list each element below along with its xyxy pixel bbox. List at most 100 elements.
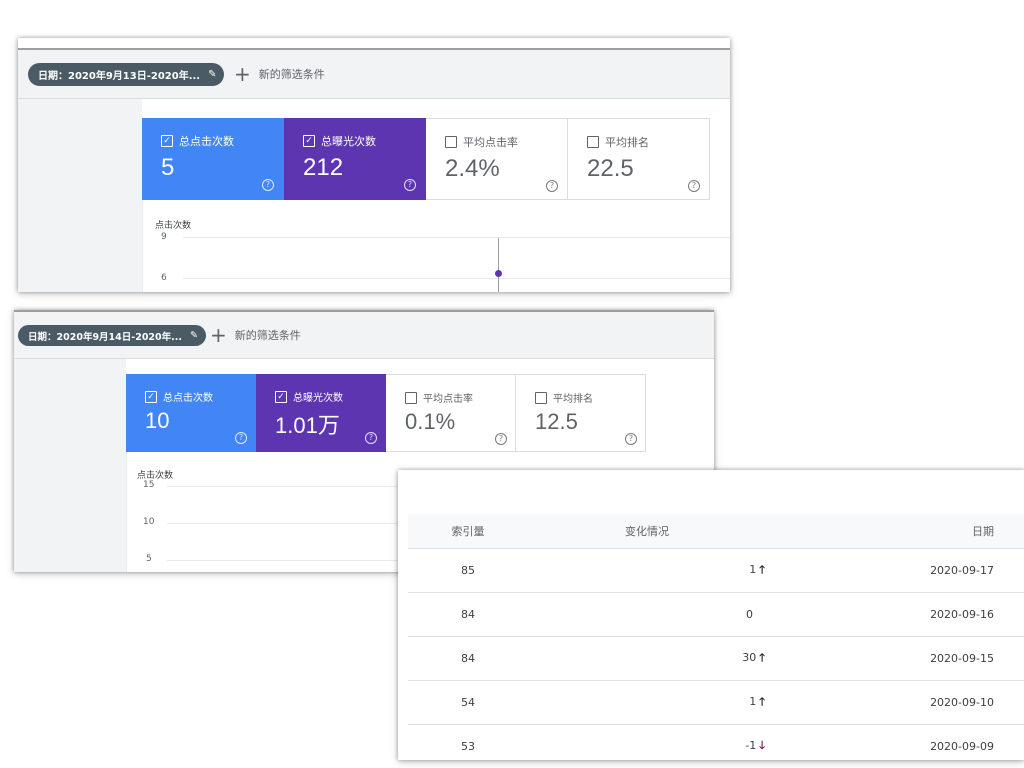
table-header-row: 索引量 变化情况 日期 [408, 514, 1024, 549]
filter-bar: 日期：2020年9月13日-2020年... ✎ + 新的筛选条件 [18, 50, 730, 99]
metric-value: 2.4% [445, 155, 500, 182]
checkbox-icon[interactable] [587, 136, 599, 148]
metric-label: 总曝光次数 [293, 393, 343, 404]
change-cell: -1 🡓 [528, 724, 765, 760]
help-circle-icon[interactable]: ? [625, 433, 637, 445]
checkbox-icon[interactable]: ✓ [161, 135, 173, 147]
date-filter-chip[interactable]: 日期：2020年9月14日-2020年... ✎ [18, 325, 206, 346]
change-cell: 30 🡑 [528, 636, 765, 681]
metric-card-total-clicks[interactable]: ✓ 总点击次数 10 ? [126, 374, 256, 452]
metric-card-total-impressions[interactable]: ✓ 总曝光次数 212 ? [284, 118, 426, 200]
metric-card-total-clicks[interactable]: ✓ 总点击次数 5 ? [142, 118, 284, 200]
index-count-cell: 53 [408, 724, 528, 760]
date-filter-label: 日期：2020年9月13日-2020年... [38, 71, 201, 82]
date-filter-chip[interactable]: 日期：2020年9月13日-2020年... ✎ [28, 63, 225, 86]
arrow-up-icon: 🡑 [759, 651, 765, 664]
plus-icon: + [234, 62, 251, 86]
table-row: 85 1 🡑 2020-09-17 [408, 548, 1024, 593]
table-row: 84 30 🡑 2020-09-15 [408, 636, 1024, 681]
chart-tick-label: 10 [143, 517, 155, 527]
chart-tick-label: 5 [146, 554, 152, 564]
change-cell: 1 🡑 [528, 548, 765, 593]
data-point[interactable] [495, 270, 502, 277]
index-count-cell: 84 [408, 636, 528, 681]
metric-value: 5 [161, 154, 175, 181]
gridline [183, 237, 730, 238]
change-value: -1 [745, 739, 757, 752]
column-header-date[interactable]: 日期 [765, 514, 1024, 549]
metric-label: 平均点击率 [423, 394, 473, 405]
chart-tick-label: 6 [161, 273, 167, 283]
date-cell: 2020-09-17 [765, 548, 1024, 593]
new-filter-label: 新的筛选条件 [258, 68, 325, 81]
checkbox-icon[interactable]: ✓ [303, 135, 315, 147]
plus-icon: + [210, 323, 227, 347]
new-filter-button[interactable]: + 新的筛选条件 [234, 62, 325, 86]
left-gutter [18, 99, 142, 292]
checkbox-icon[interactable]: ✓ [145, 390, 157, 403]
gridline [183, 278, 730, 279]
metric-card-average-ctr[interactable]: 平均点击率 2.4% ? [426, 118, 568, 200]
checkbox-icon[interactable] [535, 391, 547, 404]
index-count-cell: 85 [408, 548, 528, 593]
metric-card-average-position[interactable]: 平均排名 22.5 ? [568, 118, 710, 200]
help-circle-icon[interactable]: ? [495, 433, 507, 445]
metric-card-average-position[interactable]: 平均排名 12.5 ? [516, 374, 646, 452]
metric-label: 总点击次数 [179, 135, 234, 148]
left-gutter [14, 359, 126, 572]
chart-tick-label: 9 [161, 232, 167, 242]
index-count-cell: 54 [408, 680, 528, 725]
change-value: 0 [746, 608, 753, 621]
metric-value: 10 [145, 408, 170, 433]
checkbox-icon[interactable] [445, 136, 457, 148]
date-cell: 2020-09-15 [765, 636, 1024, 681]
metric-value: 1.01万 [275, 413, 340, 438]
metric-label: 平均点击率 [463, 136, 518, 149]
pencil-icon[interactable]: ✎ [208, 69, 216, 80]
index-count-panel: 索引量 变化情况 日期 85 1 🡑 2020-09-17 84 0 2020-0… [398, 470, 1024, 760]
arrow-down-icon: 🡓 [759, 739, 765, 752]
help-circle-icon[interactable]: ? [688, 180, 700, 192]
change-value: 30 [742, 651, 757, 664]
help-circle-icon[interactable]: ? [235, 432, 247, 444]
date-cell: 2020-09-16 [765, 592, 1024, 637]
metric-label: 总点击次数 [163, 393, 213, 404]
performance-panel-1: 日期：2020年9月13日-2020年... ✎ + 新的筛选条件 ✓ 总点击次数… [18, 38, 730, 292]
table-row: 54 1 🡑 2020-09-10 [408, 680, 1024, 725]
hover-cursor-line [498, 238, 499, 292]
clicks-chart: 点击次数 9 6 [142, 200, 730, 292]
metric-label: 总曝光次数 [321, 135, 376, 148]
date-cell: 2020-09-09 [765, 724, 1024, 760]
column-header-change[interactable]: 变化情况 [528, 514, 765, 549]
help-circle-icon[interactable]: ? [262, 179, 274, 191]
arrow-up-icon: 🡑 [759, 695, 765, 708]
help-circle-icon[interactable]: ? [365, 432, 377, 444]
chart-tick-label: 15 [143, 480, 155, 490]
new-filter-label: 新的筛选条件 [234, 329, 301, 342]
change-cell: 0 [528, 592, 765, 637]
help-circle-icon[interactable]: ? [546, 180, 558, 192]
metric-value: 12.5 [535, 409, 578, 434]
column-header-index-count[interactable]: 索引量 [408, 514, 528, 549]
metric-value: 212 [303, 154, 344, 181]
chart-y-axis-label: 点击次数 [155, 221, 192, 231]
metric-value: 0.1% [405, 409, 456, 434]
new-filter-button[interactable]: + 新的筛选条件 [210, 323, 301, 347]
help-circle-icon[interactable]: ? [404, 179, 416, 191]
table-row: 53 -1 🡓 2020-09-09 [408, 724, 1024, 760]
metric-card-total-impressions[interactable]: ✓ 总曝光次数 1.01万 ? [256, 374, 386, 452]
checkbox-icon[interactable]: ✓ [275, 390, 287, 403]
filter-bar: 日期：2020年9月14日-2020年... ✎ + 新的筛选条件 [14, 312, 714, 359]
change-cell: 1 🡑 [528, 680, 765, 725]
checkbox-icon[interactable] [405, 391, 417, 404]
change-value: 1 [749, 563, 757, 576]
change-value: 1 [749, 695, 757, 708]
metric-value: 22.5 [587, 155, 634, 182]
index-count-cell: 84 [408, 592, 528, 637]
index-table: 索引量 变化情况 日期 85 1 🡑 2020-09-17 84 0 2020-0… [408, 514, 1024, 760]
metric-card-average-ctr[interactable]: 平均点击率 0.1% ? [386, 374, 516, 452]
pencil-icon[interactable]: ✎ [190, 330, 198, 341]
metric-label: 平均排名 [605, 136, 649, 149]
metric-label: 平均排名 [553, 394, 593, 405]
date-cell: 2020-09-10 [765, 680, 1024, 725]
